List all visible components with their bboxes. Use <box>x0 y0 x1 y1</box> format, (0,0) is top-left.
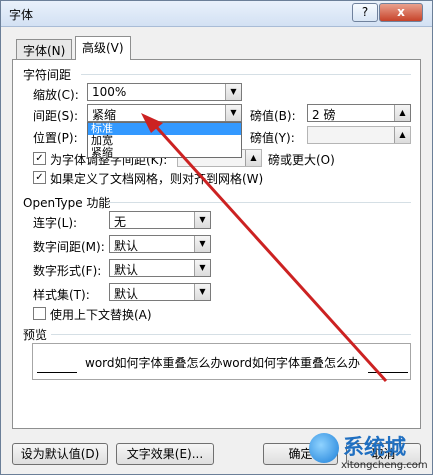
chevron-down-icon[interactable]: ▼ <box>194 284 210 300</box>
opentype-title: OpenType 功能 <box>23 196 111 210</box>
num-form-value: 默认 <box>114 263 139 277</box>
spacing-label: 间距(S): <box>33 109 79 123</box>
spacing-combo[interactable]: 紧缩 ▼ <box>87 104 242 122</box>
preview-title: 预览 <box>23 328 48 342</box>
style-set-value: 默认 <box>114 287 139 301</box>
ligature-value: 无 <box>114 215 127 229</box>
num-form-label: 数字形式(F): <box>33 264 102 278</box>
tab-font[interactable]: 字体(N) <box>16 39 73 59</box>
grid-checkbox[interactable]: ✓ <box>33 171 46 184</box>
contextual-label: 使用上下文替换(A) <box>50 308 152 322</box>
grid-label: 如果定义了文档网格，则对齐到网格(W) <box>50 172 264 186</box>
style-set-label: 样式集(T): <box>33 288 90 302</box>
chevron-down-icon[interactable]: ▼ <box>194 260 210 276</box>
pound-label-1: 磅值(B): <box>250 109 296 123</box>
chevron-down-icon[interactable]: ▼ <box>194 236 210 252</box>
char-spacing-title: 字符间距 <box>23 68 72 82</box>
scale-value: 100% <box>92 85 127 99</box>
chevron-down-icon[interactable]: ▼ <box>225 105 241 121</box>
help-button[interactable]: ? <box>352 3 378 22</box>
watermark-url: xitongcheng.com <box>341 460 428 471</box>
watermark: 系统城 xitongcheng.com <box>305 429 433 475</box>
spacing-dropdown-list: 标准 加宽 紧缩 <box>87 122 242 159</box>
position-label: 位置(P): <box>33 131 78 145</box>
font-dialog: 字体 ? x 字体(N) 高级(V) 字符间距 缩放(C): 100% ▼ 间距… <box>0 0 433 475</box>
preview-baseline <box>37 372 77 373</box>
group-divider <box>107 202 411 203</box>
pound-spinner-2[interactable]: ▲ <box>307 126 411 144</box>
num-spacing-combo[interactable]: 默认 ▼ <box>109 235 211 253</box>
close-button[interactable]: x <box>379 3 423 22</box>
ligature-label: 连字(L): <box>33 216 78 230</box>
group-divider <box>81 74 411 75</box>
preview-baseline <box>368 372 408 373</box>
kerning-checkbox[interactable]: ✓ <box>33 152 46 165</box>
pound-label-2: 磅值(Y): <box>250 131 295 145</box>
num-form-combo[interactable]: 默认 ▼ <box>109 259 211 277</box>
spacing-value: 紧缩 <box>92 108 117 122</box>
scale-combo[interactable]: 100% ▼ <box>87 83 242 101</box>
dialog-title: 字体 <box>9 8 34 22</box>
pound-spinner-1[interactable]: 2 磅 ▲ <box>307 104 411 122</box>
num-spacing-label: 数字间距(M): <box>33 240 105 254</box>
spinner-arrows-icon[interactable]: ▲ <box>394 127 410 143</box>
set-default-button[interactable]: 设为默认值(D) <box>12 443 108 465</box>
kerning-suffix: 磅或更大(O) <box>268 153 335 167</box>
globe-logo-icon <box>309 433 339 463</box>
chevron-down-icon[interactable]: ▼ <box>194 212 210 228</box>
ligature-combo[interactable]: 无 ▼ <box>109 211 211 229</box>
title-bar: 字体 ? x <box>1 1 432 27</box>
watermark-name: 系统城 <box>343 435 406 459</box>
text-effects-button[interactable]: 文字效果(E)... <box>116 443 214 465</box>
preview-box: word如何字体重叠怎么办word如何字体重叠怎么办 <box>32 343 411 380</box>
group-divider <box>51 334 411 335</box>
style-set-combo[interactable]: 默认 ▼ <box>109 283 211 301</box>
preview-text: word如何字体重叠怎么办word如何字体重叠怎么办 <box>85 356 360 370</box>
spinner-arrows-icon[interactable]: ▲ <box>245 150 261 166</box>
contextual-checkbox[interactable] <box>33 307 46 320</box>
spacing-option-condensed[interactable]: 紧缩 <box>88 147 241 159</box>
pound-value-1: 2 磅 <box>312 108 336 122</box>
chevron-down-icon[interactable]: ▼ <box>225 84 241 100</box>
scale-label: 缩放(C): <box>33 88 79 102</box>
tab-advanced[interactable]: 高级(V) <box>75 36 131 60</box>
spinner-arrows-icon[interactable]: ▲ <box>394 105 410 121</box>
num-spacing-value: 默认 <box>114 239 139 253</box>
